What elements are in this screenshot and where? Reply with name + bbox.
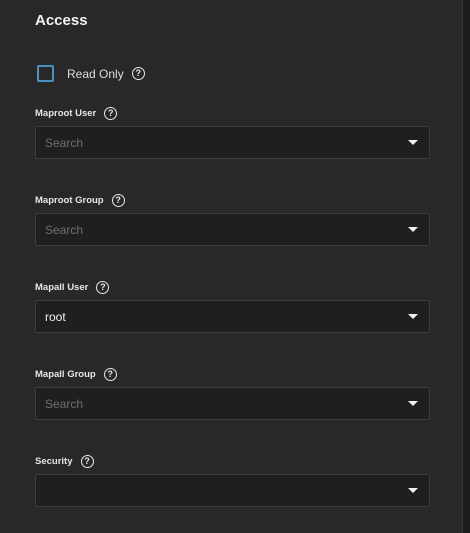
mapall-user-value: root <box>45 309 66 324</box>
help-icon[interactable]: ? <box>96 280 110 294</box>
maproot-group-label: Maproot Group <box>35 194 104 206</box>
help-icon[interactable]: ? <box>131 67 145 80</box>
section-title: Access <box>35 12 88 29</box>
mapall-user-select[interactable]: root <box>35 300 430 333</box>
chevron-down-icon[interactable] <box>408 314 418 319</box>
maproot-user-label: Maproot User <box>35 107 97 119</box>
security-select[interactable] <box>35 474 430 507</box>
security-field: Security ? <box>35 453 430 507</box>
mapall-group-label-row: Mapall Group ? <box>35 366 430 382</box>
maproot-group-select[interactable]: Search <box>35 213 430 246</box>
chevron-down-icon[interactable] <box>408 140 418 145</box>
help-icon[interactable]: ? <box>103 367 117 381</box>
security-label: Security <box>35 455 73 467</box>
maproot-group-placeholder: Search <box>45 222 84 237</box>
help-icon[interactable]: ? <box>111 193 125 207</box>
maproot-user-placeholder: Search <box>45 135 84 150</box>
maproot-group-label-row: Maproot Group ? <box>35 192 430 208</box>
read-only-label[interactable]: Read Only <box>67 67 124 81</box>
access-panel: Access Read Only ? Maproot User ? Search… <box>0 0 462 533</box>
maproot-user-label-row: Maproot User ? <box>35 105 430 121</box>
mapall-user-label-row: Mapall User ? <box>35 279 430 295</box>
help-icon[interactable]: ? <box>104 106 118 120</box>
mapall-user-label: Mapall User <box>35 281 89 293</box>
maproot-user-select[interactable]: Search <box>35 126 430 159</box>
security-label-row: Security ? <box>35 453 430 469</box>
mapall-user-field: Mapall User ? root <box>35 279 430 333</box>
chevron-down-icon[interactable] <box>408 401 418 406</box>
maproot-group-field: Maproot Group ? Search <box>35 192 430 246</box>
read-only-row: Read Only ? <box>37 65 145 82</box>
chevron-down-icon[interactable] <box>408 488 418 493</box>
mapall-group-field: Mapall Group ? Search <box>35 366 430 420</box>
mapall-group-select[interactable]: Search <box>35 387 430 420</box>
chevron-down-icon[interactable] <box>408 227 418 232</box>
maproot-user-field: Maproot User ? Search <box>35 105 430 159</box>
mapall-group-label: Mapall Group <box>35 368 96 380</box>
help-icon[interactable]: ? <box>80 454 94 468</box>
mapall-group-placeholder: Search <box>45 396 84 411</box>
scrollbar-track[interactable] <box>462 0 470 533</box>
read-only-checkbox[interactable] <box>37 65 54 82</box>
